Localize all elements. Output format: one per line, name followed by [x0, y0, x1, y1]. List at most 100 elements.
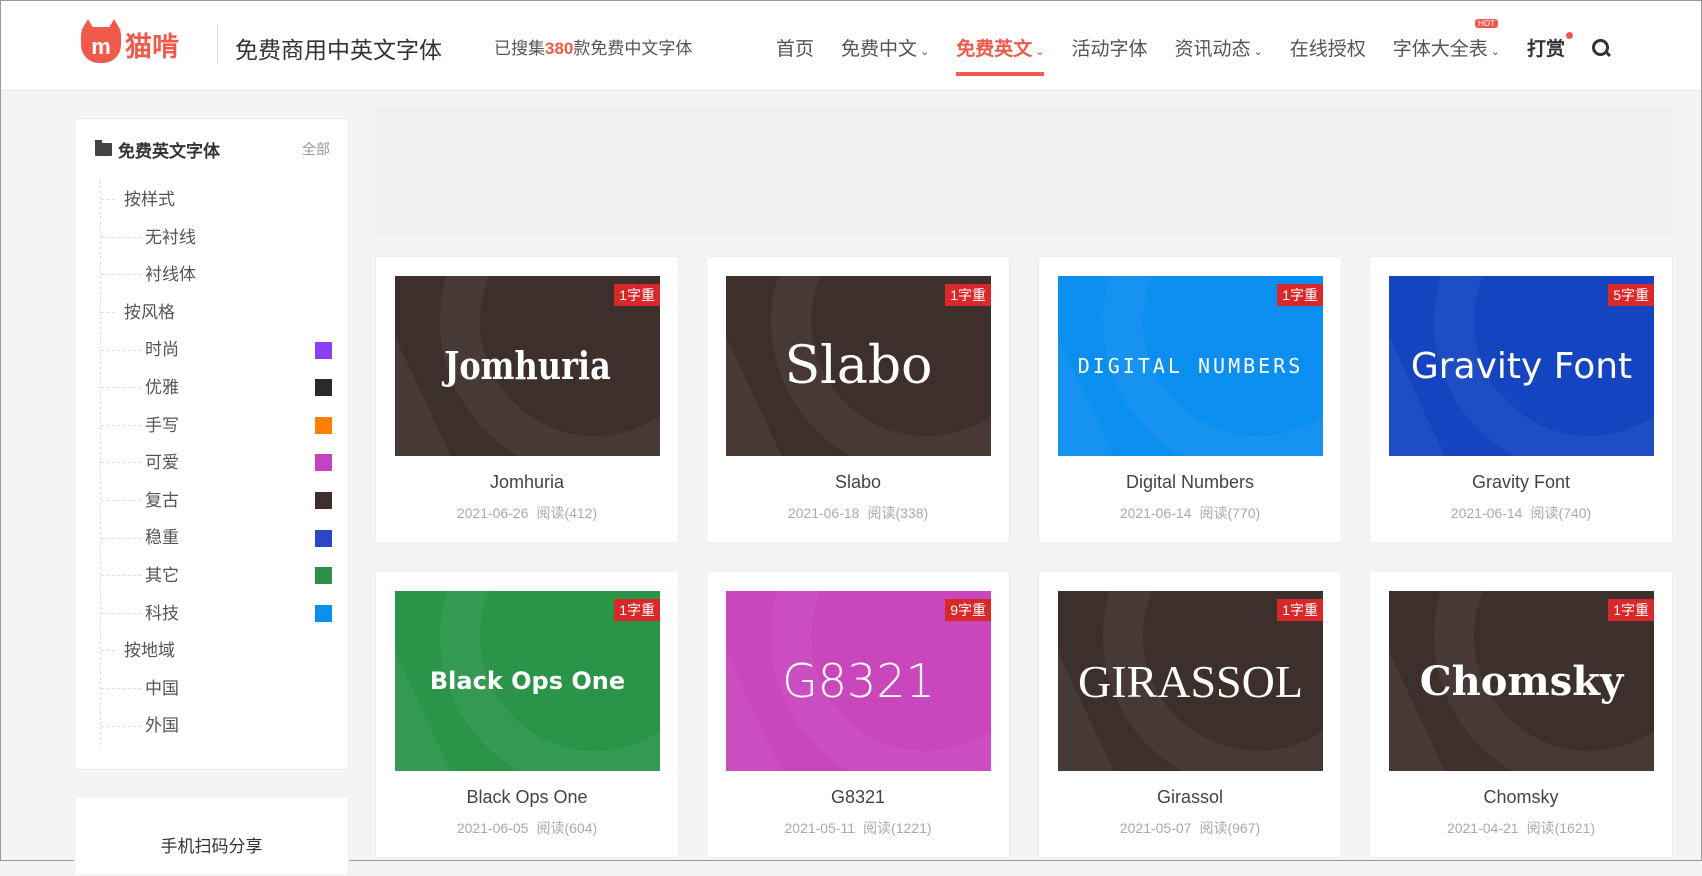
nav-label: 在线授权 [1289, 39, 1366, 60]
sidebar-item[interactable]: 可爱 [101, 444, 332, 482]
font-card[interactable]: 5字重 Gravity Font Gravity Font 2021-06-14 阅读(… [1369, 256, 1673, 543]
sidebar-item[interactable]: 科技 [101, 595, 332, 633]
share-title: 手机扫码分享 [160, 837, 263, 856]
sidebar-item[interactable]: 无衬线 [101, 219, 330, 257]
all-link[interactable]: 全部 [302, 139, 330, 159]
read-count: 阅读(1221) [863, 820, 932, 836]
font-card[interactable]: 1字重 DIGITAL NUMBERS Digital Numbers 2021-06… [1038, 256, 1342, 543]
logo-text: 猫啃 [125, 32, 179, 62]
sidebar-item-label: 手写 [145, 415, 179, 435]
sidebar-item[interactable]: 按样式 [101, 181, 330, 219]
sidebar-item[interactable]: 稳重 [101, 519, 332, 557]
sidebar-item[interactable]: 优雅 [101, 369, 332, 407]
font-card[interactable]: 1字重 Chomsky Chomsky 2021-04-21 阅读(1621) [1369, 571, 1673, 858]
sidebar-item-label: 无衬线 [145, 227, 196, 247]
font-preview-image[interactable]: 5字重 Gravity Font [1389, 276, 1654, 456]
publish-date: 2021-06-05 [456, 820, 529, 836]
sidebar-item-label: 优雅 [145, 377, 179, 397]
sidebar-item-label: 科技 [145, 603, 179, 623]
divider [217, 25, 218, 63]
nav-item-6[interactable]: 字体大全表 ⌄ HOT [1393, 19, 1500, 61]
sidebar-item-label: 稳重 [145, 528, 179, 548]
sidebar-item[interactable]: 衬线体 [101, 256, 330, 294]
sidebar-item-label: 按风格 [124, 302, 175, 322]
font-preview-image[interactable]: 1字重 Slabo [726, 276, 991, 456]
chevron-down-icon: ⌄ [1035, 46, 1045, 58]
font-sample: Slabo [784, 336, 933, 396]
site-title: 免费商用中英文字体 [235, 37, 442, 63]
color-swatch [315, 341, 332, 359]
read-count: 阅读(412) [536, 505, 598, 521]
font-card[interactable]: 1字重 Jomhuria Jomhuria 2021-06-26 阅读(412) [375, 256, 679, 543]
font-preview-image[interactable]: 1字重 Chomsky [1389, 591, 1654, 771]
weight-badge: 1字重 [945, 284, 991, 306]
nav-item-5[interactable]: 在线授权 [1290, 34, 1366, 61]
ad-banner [376, 106, 1673, 236]
weight-badge: 1字重 [614, 599, 660, 621]
font-meta: 2021-06-14 阅读(770) [1039, 503, 1341, 523]
nav-item-7[interactable]: 打赏 [1527, 32, 1573, 61]
sidebar-item[interactable]: 手写 [101, 407, 332, 445]
font-name[interactable]: Jomhuria [376, 472, 678, 493]
font-sample: G8321 [782, 654, 935, 708]
weight-badge: 5字重 [1608, 284, 1654, 306]
publish-date: 2021-06-14 [1119, 505, 1192, 521]
font-name[interactable]: Black Ops One [376, 787, 678, 808]
font-preview-image[interactable]: 1字重 DIGITAL NUMBERS [1058, 276, 1323, 456]
publish-date: 2021-06-26 [456, 505, 529, 521]
font-card[interactable]: 9字重 G8321 G8321 2021-05-11 阅读(1221) [706, 571, 1010, 858]
font-preview-image[interactable]: 9字重 G8321 [726, 591, 991, 771]
font-card[interactable]: 1字重 Black Ops One Black Ops One 2021-06-05 阅… [375, 571, 679, 858]
sidebar-item[interactable]: 复古 [101, 482, 332, 520]
sidebar-item[interactable]: 其它 [101, 557, 332, 595]
nav-item-3[interactable]: 活动字体 [1071, 34, 1147, 61]
font-preview-image[interactable]: 1字重 Black Ops One [395, 591, 660, 771]
font-name[interactable]: Chomsky [1370, 787, 1672, 808]
font-name[interactable]: Girassol [1039, 787, 1341, 808]
sidebar-item-label: 可爱 [145, 453, 179, 473]
read-count: 阅读(967) [1199, 820, 1261, 836]
nav-item-0[interactable]: 首页 [776, 34, 814, 61]
site-logo[interactable]: m 猫啃 [81, 18, 179, 64]
nav-item-4[interactable]: 资讯动态 ⌄ [1175, 34, 1263, 61]
sidebar-item-label: 时尚 [145, 340, 179, 360]
search-icon[interactable] [1592, 38, 1610, 57]
site-header: m 猫啃 免费商用中英文字体 已搜集380款免费中文字体 首页 免费中文 ⌄ 免费英文… [1, 1, 1701, 91]
font-sample: Chomsky [1419, 657, 1624, 705]
chevron-down-icon: ⌄ [920, 46, 930, 58]
font-preview-image[interactable]: 1字重 GIRASSOL [1058, 591, 1323, 771]
sidebar-item[interactable]: 按地域 [101, 632, 330, 670]
sidebar-item[interactable]: 按风格 [101, 294, 330, 332]
sidebar-item[interactable]: 时尚 [101, 331, 332, 369]
color-swatch [315, 379, 332, 397]
sidebar-item-label: 按样式 [124, 190, 175, 209]
notification-dot [1566, 32, 1573, 39]
chevron-down-icon: ⌄ [1253, 46, 1263, 58]
nav-label: 免费英文 [956, 39, 1033, 60]
publish-date: 2021-05-11 [784, 820, 856, 836]
color-swatch [315, 567, 332, 585]
sidebar-item[interactable]: 外国 [101, 707, 330, 745]
hot-badge: HOT [1475, 19, 1498, 28]
color-swatch [315, 416, 332, 434]
font-name[interactable]: Gravity Font [1370, 472, 1672, 493]
font-name[interactable]: Digital Numbers [1039, 472, 1341, 493]
nav-label: 免费中文 [841, 39, 918, 60]
font-preview-image[interactable]: 1字重 Jomhuria [395, 276, 660, 456]
weight-badge: 1字重 [614, 284, 660, 306]
font-name[interactable]: G8321 [707, 787, 1009, 808]
share-panel: 手机扫码分享 [74, 796, 349, 876]
publish-date: 2021-06-14 [1450, 505, 1523, 521]
color-swatch [315, 529, 332, 547]
font-card[interactable]: 1字重 Slabo Slabo 2021-06-18 阅读(338) [706, 256, 1010, 543]
font-meta: 2021-06-26 阅读(412) [376, 503, 678, 523]
sidebar-item-label: 外国 [145, 716, 179, 736]
font-meta: 2021-05-11 阅读(1221) [707, 818, 1009, 838]
font-card[interactable]: 1字重 GIRASSOL Girassol 2021-05-07 阅读(967) [1038, 571, 1342, 858]
font-name[interactable]: Slabo [707, 472, 1009, 493]
nav-item-1[interactable]: 免费中文 ⌄ [841, 34, 929, 61]
sidebar-item[interactable]: 中国 [101, 670, 330, 708]
font-sample: GIRASSOL [1078, 655, 1303, 707]
nav-item-2[interactable]: 免费英文 ⌄ [956, 34, 1045, 76]
font-sample: Jomhuria [444, 343, 611, 389]
